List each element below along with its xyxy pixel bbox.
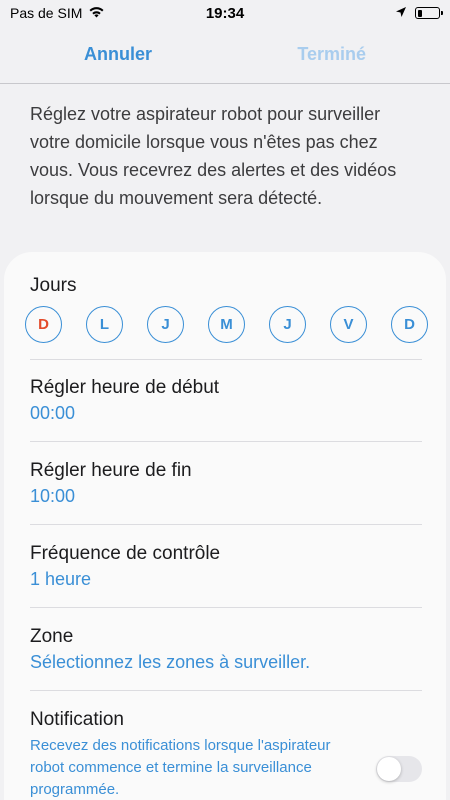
status-left: Pas de SIM (10, 5, 160, 21)
battery-icon (415, 7, 443, 19)
cancel-button[interactable]: Annuler (84, 44, 152, 65)
done-button[interactable]: Terminé (297, 44, 366, 65)
wifi-icon (88, 5, 105, 21)
toggle-knob (377, 756, 401, 781)
day-selector: D L J M J V D (25, 306, 428, 343)
notification-description: Recevez des notifications lorsque l'aspi… (30, 737, 331, 798)
status-time: 19:34 (205, 4, 245, 22)
intro-text: Réglez votre aspirateur robot pour surve… (30, 104, 397, 208)
carrier-label: Pas de SIM (10, 5, 83, 21)
end-time-title: Régler heure de fin (30, 460, 192, 481)
day-wednesday-button[interactable]: M (208, 306, 245, 343)
zone-title: Zone (30, 626, 74, 647)
day-friday-button[interactable]: V (330, 306, 367, 343)
start-time-row[interactable]: Régler heure de début 00:00 (30, 376, 422, 442)
location-arrow-icon (395, 5, 407, 21)
day-tuesday-button[interactable]: J (147, 306, 184, 343)
nav-bar: Annuler Terminé (0, 26, 450, 84)
notification-toggle[interactable] (376, 755, 422, 782)
notification-title: Notification (30, 709, 124, 730)
zone-value: Sélectionnez les zones à surveiller. (30, 652, 311, 672)
day-sunday-button[interactable]: D (25, 306, 62, 343)
days-title: Jours (30, 275, 77, 296)
notification-content: Recevez des notifications lorsque l'aspi… (30, 732, 422, 800)
notification-row: Notification Recevez des notifications l… (30, 708, 422, 800)
start-time-title: Régler heure de début (30, 377, 220, 398)
frequency-value: 1 heure (30, 569, 92, 589)
frequency-title: Fréquence de contrôle (30, 543, 221, 564)
end-time-row[interactable]: Régler heure de fin 10:00 (30, 459, 422, 525)
status-bar: Pas de SIM 19:34 (0, 0, 450, 26)
days-section: Jours D L J M J V D (25, 274, 428, 360)
status-right (290, 5, 443, 21)
frequency-row[interactable]: Fréquence de contrôle 1 heure (30, 542, 422, 608)
settings-card: Jours D L J M J V D Régler heure de débu… (4, 252, 446, 800)
zone-row[interactable]: Zone Sélectionnez les zones à surveiller… (30, 625, 422, 691)
day-thursday-button[interactable]: J (269, 306, 306, 343)
end-time-value: 10:00 (30, 486, 76, 506)
start-time-value: 00:00 (30, 403, 76, 423)
day-saturday-button[interactable]: D (391, 306, 428, 343)
day-monday-button[interactable]: L (86, 306, 123, 343)
